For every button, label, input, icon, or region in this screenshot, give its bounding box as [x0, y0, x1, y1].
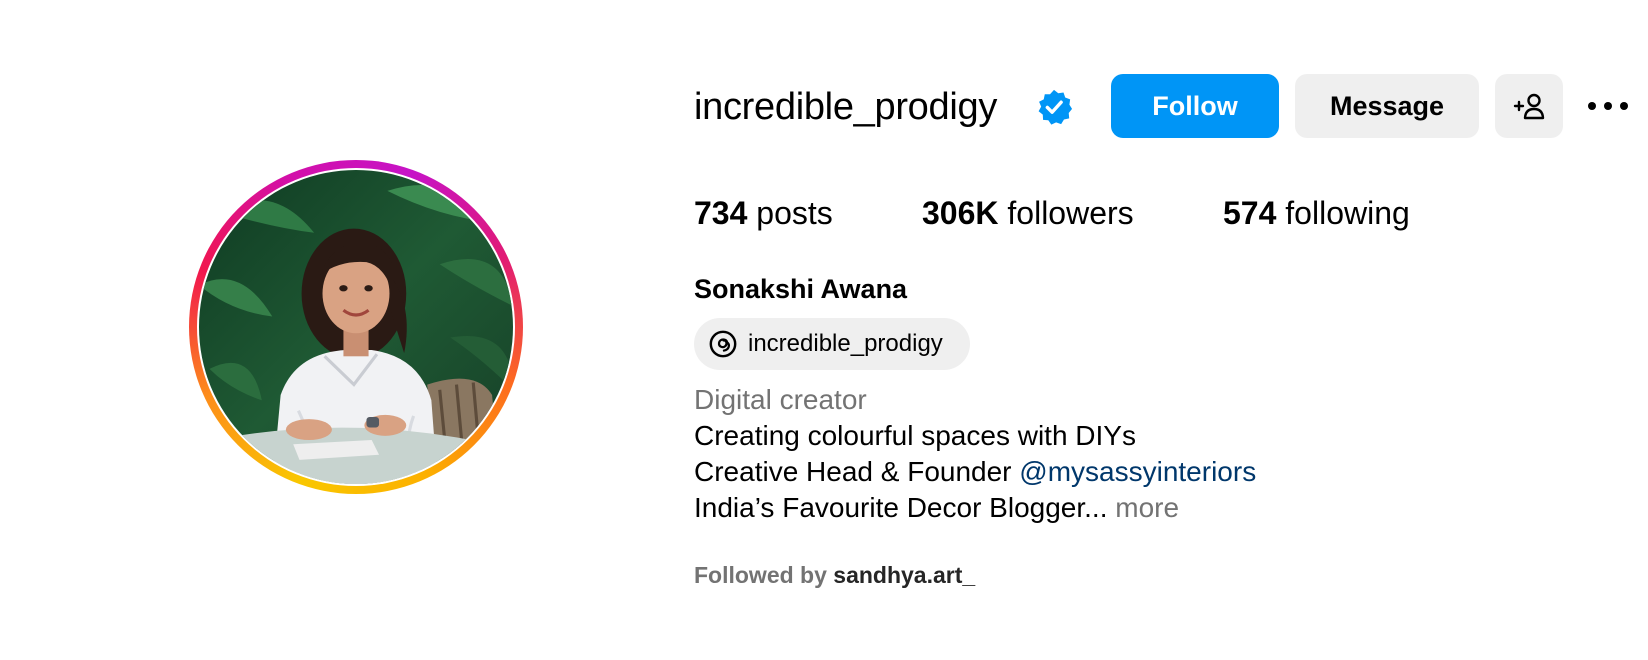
more-options-icon[interactable] — [1588, 94, 1644, 118]
threads-handle: incredible_prodigy — [748, 330, 943, 357]
threads-link[interactable]: incredible_prodigy — [694, 318, 970, 370]
bio-line: Creative Head & Founder @mysassyinterior… — [694, 454, 1256, 490]
dot — [1604, 102, 1612, 110]
dot — [1620, 102, 1628, 110]
suggest-users-button[interactable] — [1495, 74, 1563, 138]
add-person-icon — [1513, 93, 1545, 120]
followed-by[interactable]: Followed by sandhya.art_ — [694, 560, 975, 590]
mention-link[interactable]: @mysassyinteriors — [1019, 456, 1256, 487]
bio-line: Creating colourful spaces with DIYs — [694, 420, 1136, 451]
followers-label: followers — [998, 195, 1134, 231]
following-label: following — [1276, 195, 1410, 231]
threads-icon — [709, 330, 737, 358]
followed-by-label: Followed by — [694, 562, 834, 588]
followers-link[interactable]: 306K followers — [922, 193, 1134, 233]
follow-button[interactable]: Follow — [1111, 74, 1279, 138]
bio-line: India’s Favourite Decor Blogger... more — [694, 490, 1179, 526]
followed-by-name: sandhya.art_ — [833, 562, 976, 588]
followers-number: 306K — [922, 195, 999, 231]
verified-badge-icon — [1038, 89, 1073, 125]
full-name: Sonakshi Awana — [694, 274, 908, 304]
posts-number: 734 — [694, 195, 748, 231]
posts-count: 734 posts — [694, 193, 833, 233]
following-link[interactable]: 574 following — [1223, 193, 1410, 233]
profile-avatar[interactable] — [189, 160, 523, 494]
dot — [1588, 102, 1596, 110]
more-link[interactable]: more — [1115, 492, 1179, 523]
username: incredible_prodigy — [694, 86, 998, 128]
message-button[interactable]: Message — [1295, 74, 1479, 138]
bio-text: Creative Head & Founder — [694, 456, 1020, 487]
following-number: 574 — [1223, 195, 1277, 231]
bio-text: India’s Favourite Decor Blogger... — [694, 492, 1116, 523]
posts-label: posts — [747, 195, 833, 231]
avatar-photo — [199, 170, 513, 484]
category-label: Digital creator — [694, 384, 867, 415]
